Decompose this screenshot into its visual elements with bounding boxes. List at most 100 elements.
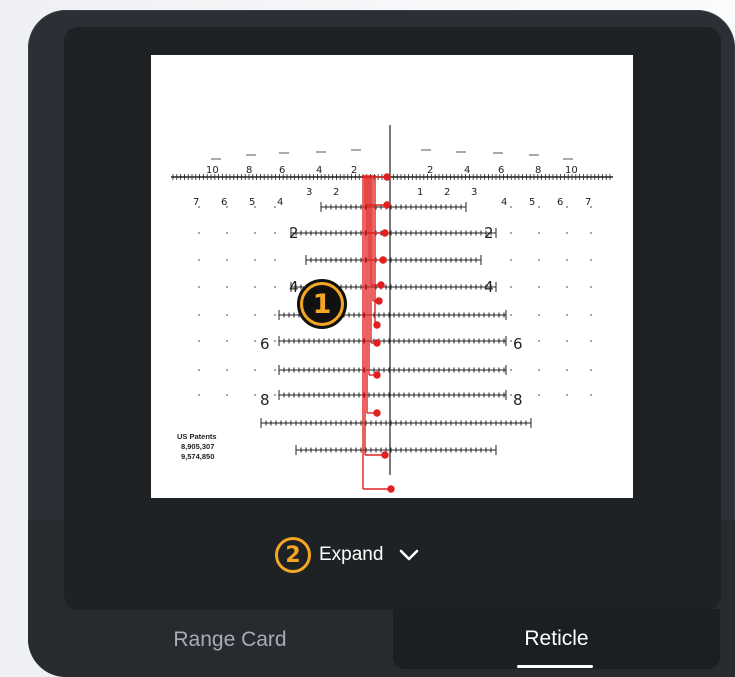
tick-label: 5 [529, 197, 535, 208]
tick-label: 3 [471, 187, 477, 198]
wind-hold-dot [373, 339, 381, 347]
reticle-dot [198, 369, 200, 371]
reticle-dot [566, 369, 568, 371]
reticle-dot [538, 206, 540, 208]
reticle-dot [254, 369, 256, 371]
tab-range-card[interactable]: Range Card [120, 615, 340, 665]
wind-hold-dot [383, 201, 391, 209]
reticle-dot [590, 394, 592, 396]
reticle-dot [198, 286, 200, 288]
reticle-dot [254, 314, 256, 316]
row-label: 2 [484, 224, 494, 242]
wind-hold-dot [387, 485, 395, 493]
reticle-dot [274, 206, 276, 208]
tick-label: 4 [316, 165, 322, 176]
reticle-dot [590, 286, 592, 288]
wind-hold-dot [373, 409, 381, 417]
tick-label: 4 [464, 165, 470, 176]
reticle-dot [226, 369, 228, 371]
tab-reticle[interactable]: Reticle [393, 609, 720, 669]
reticle-dot [274, 286, 276, 288]
reticle-dot [538, 286, 540, 288]
reticle-dot [566, 286, 568, 288]
wind-hold-dot [381, 451, 389, 459]
row-label: 6 [513, 335, 523, 353]
reticle-dot [538, 369, 540, 371]
row-label: 4 [484, 278, 494, 296]
reticle-dot [566, 340, 568, 342]
reticle-dot [198, 394, 200, 396]
wind-hold-dot [381, 229, 389, 237]
reticle-dot [198, 206, 200, 208]
reticle-dot [226, 340, 228, 342]
expand-label: Expand [319, 544, 384, 565]
reticle-dot [226, 232, 228, 234]
reticle-dot [274, 394, 276, 396]
wind-hold-dot [375, 297, 383, 305]
tick-label: 4 [501, 197, 507, 208]
reticle-dot [566, 232, 568, 234]
wind-hold-dot [373, 321, 381, 329]
patent-number: 9,574,850 [181, 452, 214, 461]
reticle-dot [590, 314, 592, 316]
wind-hold-dot [373, 371, 381, 379]
expand-button[interactable]: 2 Expand [275, 535, 465, 575]
patent-title: US Patents [177, 432, 217, 441]
reticle-dot [198, 259, 200, 261]
row-label: 2 [289, 224, 299, 242]
reticle-dot [254, 206, 256, 208]
tick-label: 3 [306, 187, 312, 198]
reticle-dot [538, 314, 540, 316]
reticle-dot [254, 286, 256, 288]
reticle-dot [274, 232, 276, 234]
reticle-dot [566, 259, 568, 261]
reticle-dot [274, 259, 276, 261]
tick-label: 10 [206, 165, 219, 176]
reticle-dot [538, 340, 540, 342]
reticle-dot [510, 259, 512, 261]
reticle-dot [226, 286, 228, 288]
tick-label: 6 [498, 165, 504, 176]
row-label: 8 [513, 391, 523, 409]
reticle-dot [566, 206, 568, 208]
reticle-dot [510, 340, 512, 342]
wind-hold-dot [377, 281, 385, 289]
patent-number: 8,905,307 [181, 442, 214, 451]
reticle-dot [590, 232, 592, 234]
reticle-dot [590, 369, 592, 371]
reticle-dot [590, 340, 592, 342]
active-tab-indicator [517, 665, 593, 668]
callout-1-badge: 1 [297, 279, 347, 329]
callout-2-badge: 2 [275, 537, 311, 573]
reticle-dot [510, 206, 512, 208]
tick-label: 8 [535, 165, 541, 176]
reticle-image[interactable]: 10 8 6 4 2 2 4 6 8 10 7 6 5 4 3 2 1 2 3 … [151, 55, 633, 498]
reticle-dot [590, 206, 592, 208]
reticle-dot [566, 314, 568, 316]
wind-hold-dot [379, 256, 387, 264]
tick-label: 2 [444, 187, 450, 198]
reticle-dot [198, 340, 200, 342]
row-label: 8 [260, 391, 270, 409]
reticle-diagram: 10 8 6 4 2 2 4 6 8 10 7 6 5 4 3 2 1 2 3 … [171, 125, 613, 493]
reticle-dot [254, 340, 256, 342]
tick-label: 6 [557, 197, 563, 208]
reticle-dot [538, 259, 540, 261]
reticle-dot [254, 232, 256, 234]
reticle-dot [566, 394, 568, 396]
reticle-dot [198, 232, 200, 234]
reticle-dot [538, 232, 540, 234]
tick-label: 2 [351, 165, 357, 176]
row-label: 4 [289, 278, 299, 296]
reticle-dot [226, 394, 228, 396]
reticle-dot [510, 369, 512, 371]
tick-label: 2 [427, 165, 433, 176]
reticle-dot [510, 286, 512, 288]
reticle-dot [538, 394, 540, 396]
wind-hold-dot [383, 173, 391, 181]
reticle-dot [510, 314, 512, 316]
reticle-dot [510, 394, 512, 396]
tick-label: 4 [277, 197, 283, 208]
reticle-dot [274, 314, 276, 316]
tick-label: 2 [333, 187, 339, 198]
